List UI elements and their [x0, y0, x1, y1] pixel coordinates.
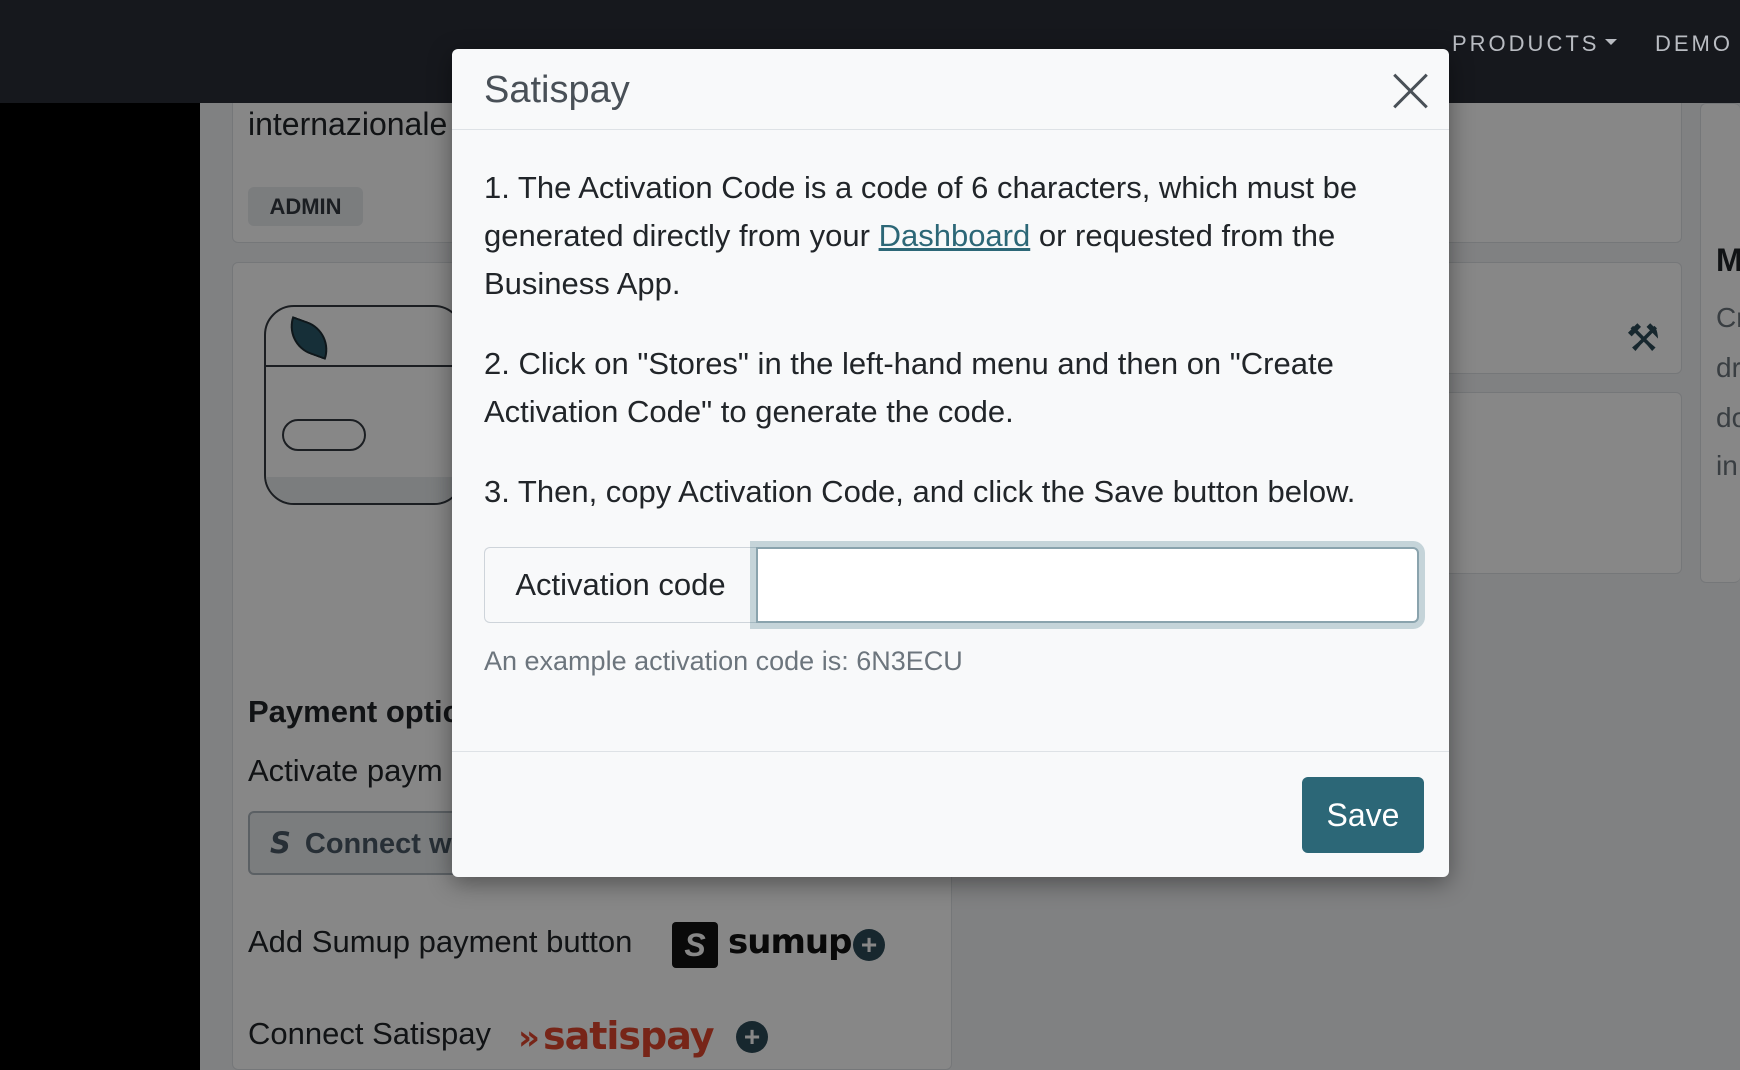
activation-code-input[interactable]: [756, 547, 1419, 623]
caret-down-icon: [1605, 39, 1618, 46]
activation-code-help: An example activation code is: 6N3ECU: [484, 646, 963, 676]
nav-demo-link[interactable]: DEMO: [1655, 31, 1733, 57]
nav-products-dropdown[interactable]: PRODUCTS: [1452, 31, 1618, 57]
nav-products-label: PRODUCTS: [1452, 31, 1600, 56]
activation-code-label: Activation code: [484, 547, 756, 623]
dashboard-link[interactable]: Dashboard: [879, 218, 1031, 253]
satispay-modal: Satispay 1. The Activation Code is a cod…: [452, 49, 1449, 877]
modal-footer: Save: [452, 751, 1449, 877]
activation-code-group: Activation code: [484, 547, 1419, 623]
instruction-step-2: 2. Click on "Stores" in the left-hand me…: [484, 346, 1334, 429]
instruction-step-3: 3. Then, copy Activation Code, and click…: [484, 474, 1356, 509]
save-button[interactable]: Save: [1302, 777, 1424, 853]
instruction-step-1: 1. The Activation Code is a code of 6 ch…: [484, 164, 1419, 308]
modal-body: 1. The Activation Code is a code of 6 ch…: [484, 164, 1419, 548]
modal-title: Satispay: [484, 69, 630, 111]
modal-header: Satispay: [452, 49, 1449, 130]
close-icon[interactable]: [1390, 71, 1430, 111]
